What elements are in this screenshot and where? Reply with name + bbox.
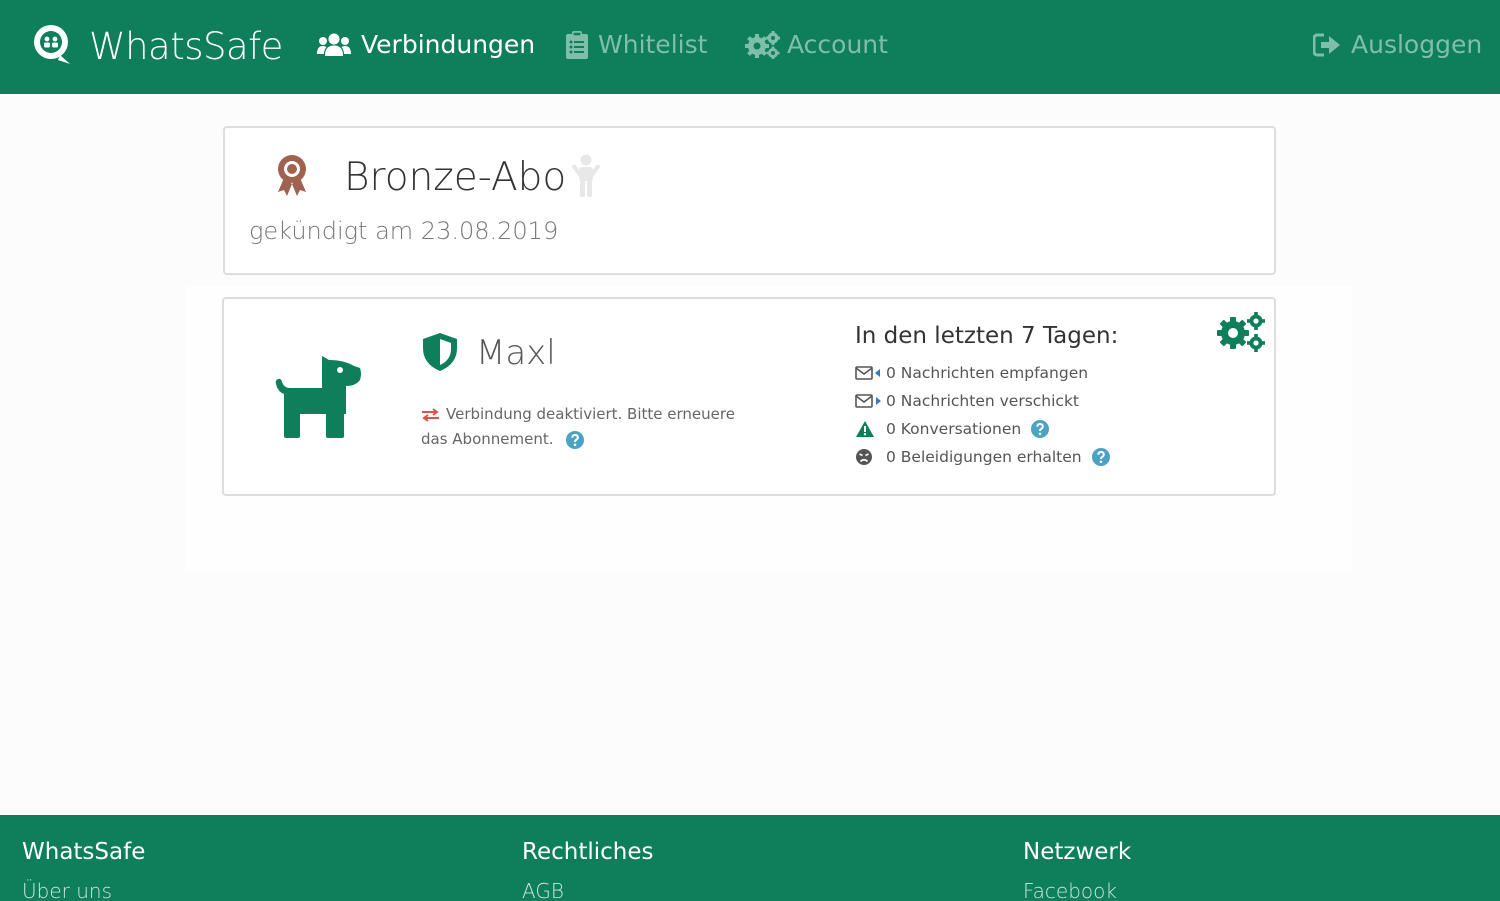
envelope-out-icon <box>855 392 881 410</box>
stats-title: In den letzten 7 Tagen: <box>855 323 1119 349</box>
stat-received-text: 0 Nachrichten empfangen <box>886 364 1089 382</box>
footer-col-legal: Rechtliches AGB <box>522 839 653 901</box>
exchange-icon <box>422 407 439 422</box>
stat-conversations-text: 0 Konversationen <box>886 420 1022 438</box>
dog-icon <box>275 356 361 438</box>
stat-insults-text: 0 Beleidigungen erhalten <box>886 448 1082 466</box>
logout-button[interactable]: Ausloggen <box>1313 30 1482 59</box>
users-icon <box>317 33 351 57</box>
settings-cogs-button[interactable] <box>1216 312 1266 352</box>
subscription-status: gekündigt am 23.08.2019 <box>249 217 559 245</box>
nav-whitelist[interactable]: Whitelist <box>566 30 707 59</box>
brand[interactable]: WhatsSafe <box>32 22 283 68</box>
award-icon <box>278 155 306 196</box>
nav-verbindungen-label: Verbindungen <box>361 30 536 59</box>
footer-link-about[interactable]: Über uns <box>22 879 145 901</box>
footer: WhatsSafe Über uns Rechtliches AGB Netzw… <box>0 815 1500 901</box>
envelope-in-icon <box>855 364 881 382</box>
whatssafe-logo-icon <box>34 25 70 64</box>
nav-whitelist-label: Whitelist <box>598 30 708 59</box>
subscription-title: Bronze-Abo <box>344 155 567 200</box>
top-navbar: WhatsSafe Verbindungen Whitelist Account… <box>0 0 1500 94</box>
stat-received: 0 Nachrichten empfangen <box>855 364 1088 382</box>
stat-sent: 0 Nachrichten verschickt <box>855 392 1079 410</box>
cogs-icon <box>745 30 781 59</box>
connection-name: Maxl <box>476 333 556 373</box>
footer-col-network: Netzwerk Facebook <box>1023 839 1131 901</box>
stat-sent-text: 0 Nachrichten verschickt <box>886 392 1080 410</box>
nav-account-label: Account <box>787 30 888 59</box>
help-icon[interactable] <box>1031 420 1050 438</box>
shield-icon <box>423 333 457 371</box>
child-icon <box>572 154 600 197</box>
footer-heading: Rechtliches <box>522 839 654 865</box>
help-icon[interactable] <box>566 430 585 449</box>
connection-card[interactable]: Maxl Verbindung deaktiviert. Bitte erneu… <box>222 297 1276 496</box>
sign-out-icon <box>1313 33 1341 57</box>
connection-warning: Verbindung deaktiviert. Bitte erneuere d… <box>421 402 761 452</box>
subscription-card: Bronze-Abo gekündigt am 23.08.2019 <box>223 126 1276 275</box>
brand-name: WhatsSafe <box>89 25 283 68</box>
nav-verbindungen[interactable]: Verbindungen <box>317 30 535 59</box>
footer-heading: WhatsSafe <box>22 839 146 865</box>
footer-link-agb[interactable]: AGB <box>522 879 653 901</box>
logout-label: Ausloggen <box>1351 30 1483 59</box>
nav-account[interactable]: Account <box>745 30 888 59</box>
footer-col-whatssafe: WhatsSafe Über uns <box>22 839 145 901</box>
clipboard-list-icon <box>566 30 588 59</box>
footer-heading: Netzwerk <box>1023 839 1132 865</box>
warning-icon <box>855 420 881 438</box>
stat-conversations: 0 Konversationen <box>855 420 1050 438</box>
stat-insults: 0 Beleidigungen erhalten <box>855 448 1110 466</box>
footer-link-facebook[interactable]: Facebook <box>1023 879 1131 901</box>
help-icon[interactable] <box>1091 448 1110 466</box>
angry-face-icon <box>855 448 881 466</box>
